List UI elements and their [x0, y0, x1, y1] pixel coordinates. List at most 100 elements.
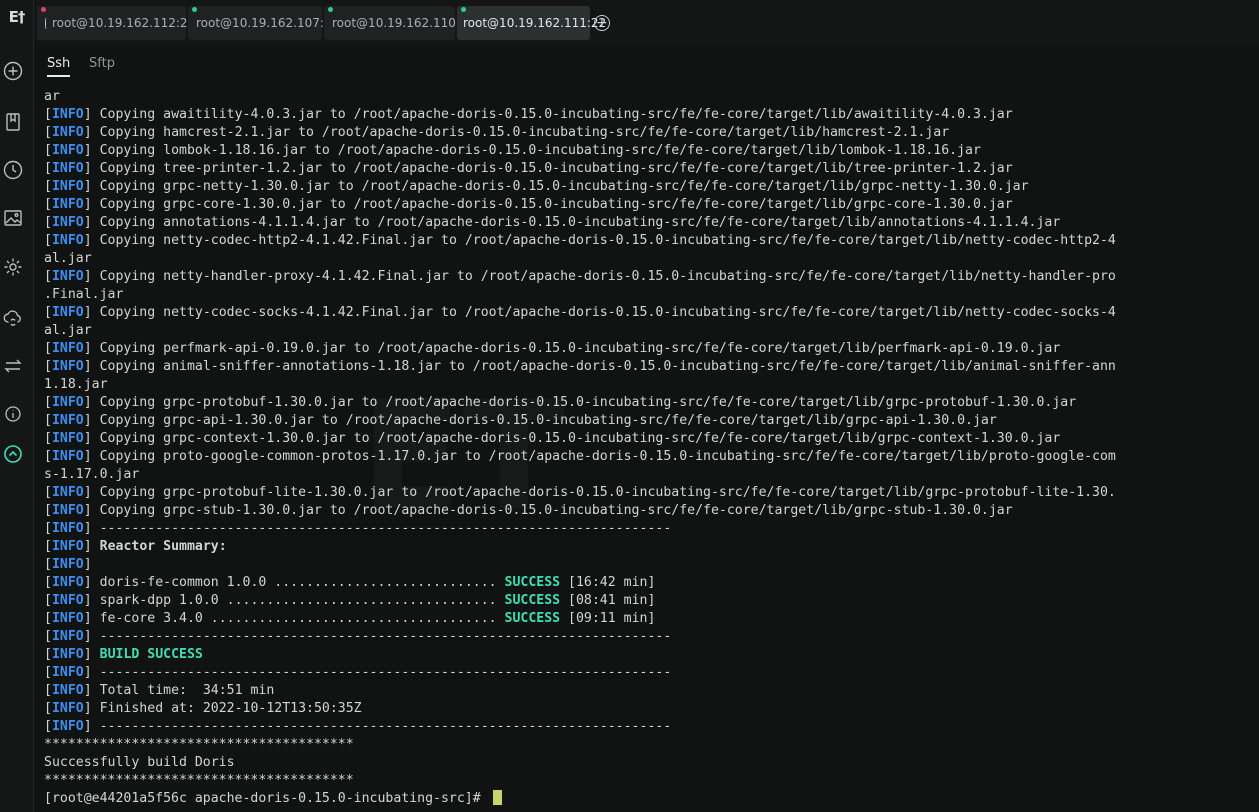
line-text: Copying awaitility-4.0.3.jar to /root/ap…: [91, 107, 1013, 122]
line-text: Copying proto-google-common-protos-1.17.…: [91, 449, 1116, 464]
status-dot: [192, 7, 197, 12]
session-tab-110[interactable]: root@10.19.162.110:22: [324, 6, 475, 40]
summary-heading: Reactor Summary:: [99, 539, 227, 554]
info-tag: INFO: [51, 197, 84, 212]
add-circle-icon[interactable]: [2, 60, 24, 82]
duration-text: [16:42 min]: [560, 575, 656, 590]
add-tab-icon[interactable]: +: [594, 15, 610, 31]
session-tab-107[interactable]: root@10.19.162.107:22: [188, 6, 339, 40]
info-tag: INFO: [51, 575, 84, 590]
info-tag: INFO: [51, 647, 84, 662]
line-text: Copying netty-codec-http2-4.1.42.Final.j…: [91, 233, 1116, 248]
terminal-line: [INFO] Copying perfmark-api-0.19.0.jar t…: [44, 341, 1061, 356]
session-tab-111[interactable]: root@10.19.162.111:22: [457, 6, 606, 40]
terminal-line: [root@e44201a5f56c apache-doris-0.15.0-i…: [44, 790, 1259, 808]
line-text: ----------------------------------------…: [91, 521, 672, 536]
info-tag: INFO: [51, 665, 84, 680]
terminal-line: Successfully build Doris: [44, 754, 1259, 772]
line-text: Successfully build Doris: [44, 755, 235, 770]
line-text: [root@e44201a5f56c apache-doris-0.15.0-i…: [44, 791, 489, 806]
line-text: Copying hamcrest-2.1.jar to /root/apache…: [91, 125, 950, 140]
terminal-output[interactable]: ar [INFO] Copying awaitility-4.0.3.jar to…: [44, 88, 1259, 812]
line-text: Copying grpc-core-1.30.0.jar to /root/ap…: [91, 197, 1013, 212]
terminal-line: ***************************************: [44, 736, 1259, 754]
info-icon[interactable]: [2, 403, 24, 425]
info-tag: INFO: [51, 107, 84, 122]
line-text: Copying grpc-protobuf-lite-1.30.0.jar to…: [91, 485, 1116, 500]
terminal-line: [INFO] Copying hamcrest-2.1.jar to /root…: [44, 125, 950, 140]
info-tag: INFO: [51, 215, 84, 230]
app-logo: E†: [8, 8, 26, 26]
line-text: ***************************************: [44, 737, 354, 752]
tab-ssh[interactable]: Ssh: [47, 56, 71, 77]
line-text: Copying grpc-api-1.30.0.jar to /root/apa…: [91, 413, 997, 428]
line-text: ----------------------------------------…: [91, 719, 672, 734]
info-tag: INFO: [51, 143, 84, 158]
terminal-line: [INFO] fe-core 3.4.0 ...................…: [44, 611, 656, 626]
line-text: Finished at: 2022-10-12T13:50:35Z: [91, 701, 362, 716]
bookmark-icon[interactable]: [2, 111, 24, 133]
terminal-line: [INFO] Finished at: 2022-10-12T13:50:35Z: [44, 701, 362, 716]
terminal-line: s-1.17.0.jar: [44, 466, 1259, 484]
duration-text: [09:11 min]: [560, 611, 656, 626]
info-tag: INFO: [51, 431, 84, 446]
terminal-line: [INFO] Copying netty-codec-http2-4.1.42.…: [44, 233, 1116, 248]
line-text: spark-dpp 1.0.0 ........................…: [91, 593, 505, 608]
info-tag: INFO: [51, 341, 84, 356]
sidebar: E†: [0, 0, 34, 812]
collapse-up-icon[interactable]: [2, 443, 24, 465]
info-tag: INFO: [51, 719, 84, 734]
session-tab-bar: root@10.19.162.112:22 root@10.19.162.107…: [34, 0, 1259, 47]
tab-label: root@10.19.162.112:22: [52, 16, 196, 30]
terminal-line: 1.18.jar: [44, 376, 1259, 394]
duration-text: [08:41 min]: [560, 593, 656, 608]
line-text: Copying netty-handler-proxy-4.1.42.Final…: [91, 269, 1116, 284]
terminal-line: [INFO] Copying animal-sniffer-annotation…: [44, 359, 1116, 374]
history-clock-icon[interactable]: [2, 159, 24, 181]
status-dot: [41, 7, 46, 12]
line-text: Copying annotations-4.1.1.4.jar to /root…: [91, 215, 1061, 230]
info-tag: INFO: [51, 413, 84, 428]
info-tag: INFO: [51, 233, 84, 248]
tab-label: root@10.19.162.111:22: [463, 16, 607, 30]
line-text: al.jar: [44, 323, 92, 338]
terminal-line: [INFO] BUILD SUCCESS: [44, 647, 203, 662]
line-text: Copying grpc-context-1.30.0.jar to /root…: [91, 431, 1061, 446]
terminal-line: [INFO] Copying netty-handler-proxy-4.1.4…: [44, 269, 1116, 284]
info-tag: INFO: [51, 521, 84, 536]
success-status: SUCCESS: [504, 611, 561, 626]
terminal-line: [INFO] Copying grpc-context-1.30.0.jar t…: [44, 431, 1061, 446]
terminal-line: [INFO] Copying tree-printer-1.2.jar to /…: [44, 161, 1013, 176]
image-icon[interactable]: [2, 207, 24, 229]
tab-sftp[interactable]: Sftp: [89, 56, 115, 71]
connection-mode-tabs: Ssh Sftp: [34, 46, 1259, 84]
info-tag: INFO: [51, 305, 84, 320]
terminal-line: [INFO] Copying grpc-protobuf-lite-1.30.0…: [44, 485, 1116, 500]
loading-spinner-icon: [45, 17, 47, 29]
info-tag: INFO: [51, 557, 84, 572]
terminal-line: [INFO] ---------------------------------…: [44, 521, 672, 536]
terminal-line: [INFO] ---------------------------------…: [44, 629, 672, 644]
terminal-line: ar: [44, 88, 1259, 106]
info-tag: INFO: [51, 161, 84, 176]
terminal-line: al.jar: [44, 250, 1259, 268]
terminal-line: [INFO] Reactor Summary:: [44, 539, 227, 554]
line-text: Copying animal-sniffer-annotations-1.18.…: [91, 359, 1116, 374]
success-status: SUCCESS: [504, 575, 561, 590]
line-text: Copying grpc-netty-1.30.0.jar to /root/a…: [91, 179, 1029, 194]
line-text: al.jar: [44, 251, 92, 266]
cloud-sync-icon[interactable]: [2, 306, 24, 328]
line-text: [92, 539, 100, 554]
info-tag: INFO: [51, 449, 84, 464]
terminal-line: [INFO] Copying grpc-core-1.30.0.jar to /…: [44, 197, 1013, 212]
settings-gear-icon[interactable]: [2, 256, 24, 278]
info-tag: INFO: [51, 593, 84, 608]
info-tag: INFO: [51, 269, 84, 284]
info-tag: INFO: [51, 701, 84, 716]
session-tab-112[interactable]: root@10.19.162.112:22: [37, 6, 195, 40]
line-text: s-1.17.0.jar: [44, 467, 140, 482]
info-tag: INFO: [51, 179, 84, 194]
success-status: BUILD SUCCESS: [99, 647, 203, 662]
terminal-line: [INFO] Copying grpc-stub-1.30.0.jar to /…: [44, 503, 1013, 518]
transfer-arrows-icon[interactable]: [2, 355, 24, 377]
